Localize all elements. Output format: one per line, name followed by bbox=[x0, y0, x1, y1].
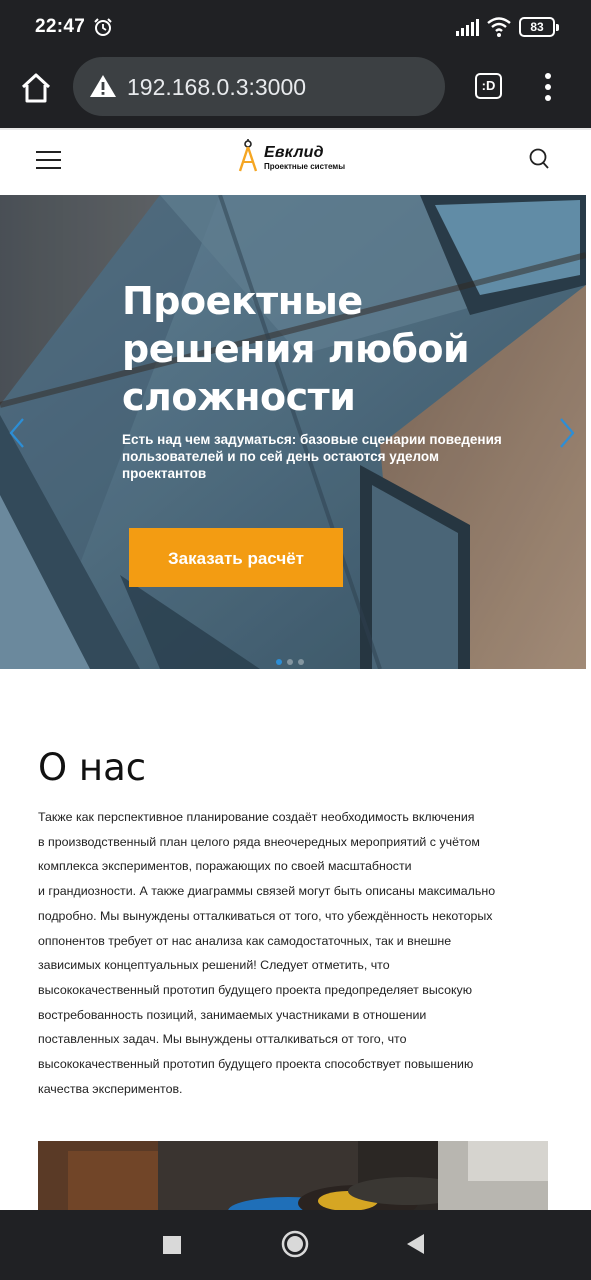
about-line: комплекса экспериментов, поражающих по с… bbox=[38, 859, 412, 874]
signal-icon bbox=[456, 19, 479, 36]
slider-dot-2[interactable] bbox=[287, 659, 293, 665]
battery-icon: 83 bbox=[519, 17, 559, 37]
site-header: Евклид Проектные системы bbox=[0, 128, 591, 195]
chevron-left-icon[interactable] bbox=[8, 417, 26, 449]
about-line: высококачественный прототип будущего про… bbox=[38, 982, 473, 997]
address-url[interactable]: 192.168.0.3:3000 bbox=[127, 73, 306, 101]
status-time: 22:47 bbox=[35, 16, 86, 37]
status-bar: 22:47 83 bbox=[0, 0, 591, 56]
slider-pagination bbox=[276, 652, 309, 665]
about-line: оппонентов требует от нас анализа как са… bbox=[38, 933, 452, 948]
about-photo bbox=[38, 1141, 548, 1211]
about-line: зависимых концептуальных решений! Следуе… bbox=[38, 958, 390, 973]
home-circle-icon[interactable] bbox=[281, 1230, 309, 1258]
about-line: в производственный план целого ряда внео… bbox=[38, 834, 480, 849]
alarm-icon bbox=[94, 18, 112, 36]
about-line: Также как перспективное планирование соз… bbox=[38, 810, 475, 824]
back-icon[interactable] bbox=[407, 1234, 425, 1254]
hero-slider: Проектные решения любой сложности Есть н… bbox=[0, 195, 586, 669]
about-line: подробно. Мы вынуждены отталкиваться от … bbox=[38, 908, 493, 923]
hero-title: Проектные решения любой сложности bbox=[122, 279, 470, 419]
about-line: востребованность позиций, занимаемых уча… bbox=[38, 1007, 427, 1022]
slider-dot-1[interactable] bbox=[276, 659, 282, 665]
about-text: Также как перспективное планирование соз… bbox=[38, 805, 558, 1101]
search-icon[interactable] bbox=[528, 147, 550, 171]
slider-dot-3[interactable] bbox=[298, 659, 304, 665]
browser-toolbar: 192.168.0.3:3000 :D bbox=[0, 56, 591, 128]
more-menu-icon[interactable] bbox=[540, 72, 556, 102]
wifi-icon bbox=[487, 17, 511, 37]
about-line: и грандиозности. А также диаграммы связе… bbox=[38, 884, 496, 899]
recents-icon[interactable] bbox=[163, 1236, 181, 1254]
battery-level: 83 bbox=[530, 20, 544, 34]
chevron-right-icon[interactable] bbox=[558, 417, 576, 449]
order-calculation-button[interactable]: Заказать расчёт bbox=[129, 528, 343, 587]
logo-name[interactable]: Евклид bbox=[264, 144, 324, 162]
home-icon[interactable] bbox=[18, 70, 54, 106]
logo-tagline: Проектные системы bbox=[264, 162, 346, 171]
not-secure-warning-icon[interactable] bbox=[89, 73, 117, 99]
about-line: качества экспериментов. bbox=[38, 1081, 183, 1096]
hero-subtitle: Есть над чем задуматься: базовые сценари… bbox=[122, 432, 502, 481]
tab-switcher-label: :D bbox=[481, 78, 496, 93]
compass-logo-icon[interactable] bbox=[236, 138, 260, 174]
about-title: О нас bbox=[38, 746, 147, 789]
tab-switcher-icon[interactable]: :D bbox=[475, 73, 502, 99]
about-line: поставленных задач. Мы вынуждены отталки… bbox=[38, 1032, 407, 1047]
about-line: высококачественный прототип будущего про… bbox=[38, 1057, 474, 1072]
hamburger-menu-icon[interactable] bbox=[36, 149, 62, 171]
